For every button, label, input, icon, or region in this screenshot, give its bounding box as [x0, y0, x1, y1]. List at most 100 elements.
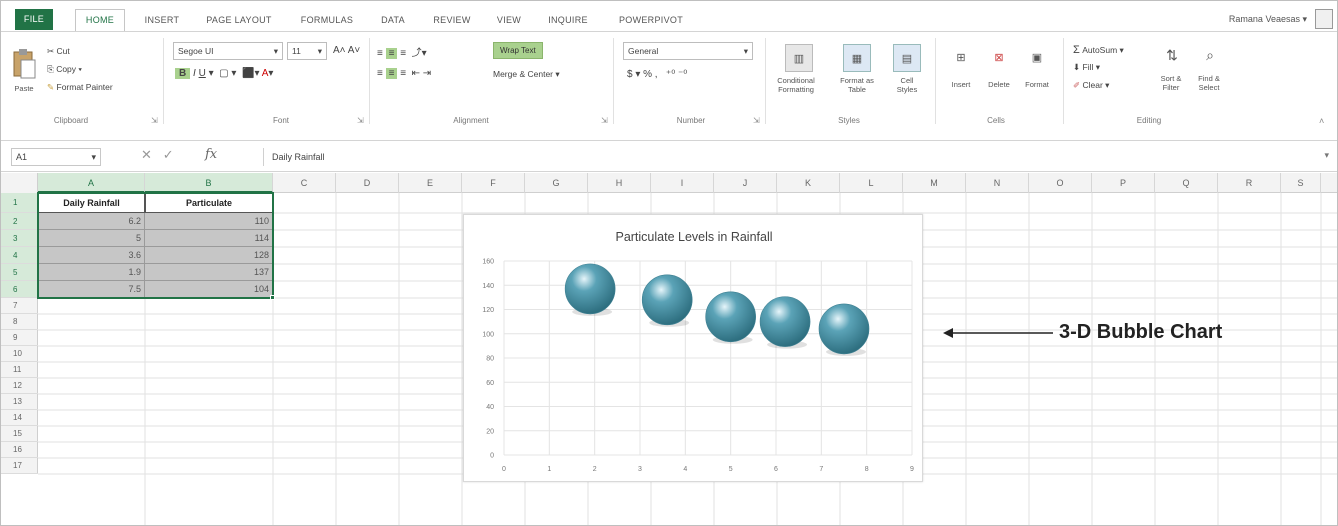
- column-header-h[interactable]: H: [588, 173, 651, 193]
- row-header-17[interactable]: 17: [1, 458, 38, 474]
- bubble-point[interactable]: [564, 263, 616, 315]
- formula-input[interactable]: Daily Rainfall: [263, 148, 1313, 166]
- row-header-4[interactable]: 4: [1, 247, 38, 264]
- conditional-formatting-icon[interactable]: ▥: [785, 44, 813, 72]
- font-style-buttons[interactable]: B I U ▾ ▢ ▾ ⬛▾ A▾: [175, 68, 273, 79]
- tab-inquire[interactable]: INQUIRE: [543, 11, 593, 29]
- fill-handle[interactable]: [270, 295, 275, 300]
- fill-button[interactable]: ⬇ Fill ▾: [1073, 62, 1100, 73]
- data-cell[interactable]: 1.9: [38, 264, 145, 281]
- column-header-j[interactable]: J: [714, 173, 777, 193]
- tab-view[interactable]: VIEW: [489, 11, 529, 29]
- sort-filter-button[interactable]: Sort & Filter: [1151, 74, 1191, 92]
- number-format-select[interactable]: General ▾: [623, 42, 753, 60]
- column-header-l[interactable]: L: [840, 173, 903, 193]
- row-header-11[interactable]: 11: [1, 362, 38, 378]
- grow-shrink-font-buttons[interactable]: A˄ A˅: [333, 45, 360, 56]
- sort-filter-icon[interactable]: ⇅: [1161, 42, 1183, 68]
- data-cell[interactable]: 137: [145, 264, 273, 281]
- tab-insert[interactable]: INSERT: [139, 11, 185, 29]
- column-header-k[interactable]: K: [777, 173, 840, 193]
- name-box[interactable]: A1 ▾: [11, 148, 101, 166]
- delete-cells-icon[interactable]: ⊠: [987, 44, 1011, 70]
- row-header-3[interactable]: 3: [1, 230, 38, 247]
- header-cell[interactable]: Daily Rainfall: [38, 193, 145, 213]
- data-cell[interactable]: 6.2: [38, 213, 145, 230]
- data-cell[interactable]: 104: [145, 281, 273, 298]
- bubble-point[interactable]: [641, 274, 693, 326]
- column-header-a[interactable]: A: [38, 173, 145, 193]
- row-header-1[interactable]: 1: [1, 193, 38, 213]
- data-cell[interactable]: 114: [145, 230, 273, 247]
- format-cells-icon[interactable]: ▣: [1025, 44, 1049, 70]
- row-header-7[interactable]: 7: [1, 298, 38, 314]
- format-button[interactable]: Format: [1017, 80, 1057, 89]
- column-header-c[interactable]: C: [273, 173, 336, 193]
- alignment-launcher-icon[interactable]: ⇲: [601, 116, 608, 125]
- clear-button[interactable]: ✐ Clear ▾: [1073, 80, 1109, 91]
- column-header-r[interactable]: R: [1218, 173, 1281, 193]
- number-format-buttons[interactable]: $ ▾ % , ⁺⁰ ⁻⁰: [627, 69, 687, 80]
- font-launcher-icon[interactable]: ⇲: [357, 116, 364, 125]
- column-header-f[interactable]: F: [462, 173, 525, 193]
- data-cell[interactable]: 128: [145, 247, 273, 264]
- delete-button[interactable]: Delete: [979, 80, 1019, 89]
- column-header-q[interactable]: Q: [1155, 173, 1218, 193]
- number-launcher-icon[interactable]: ⇲: [753, 116, 760, 125]
- tab-powerpivot[interactable]: POWERPIVOT: [611, 11, 691, 29]
- autosum-button[interactable]: Σ AutoSum ▾: [1073, 44, 1124, 56]
- cancel-icon[interactable]: ✕: [141, 147, 152, 162]
- collapse-ribbon-icon[interactable]: ˄: [1319, 116, 1324, 126]
- insert-button[interactable]: Insert: [943, 80, 979, 89]
- column-header-o[interactable]: O: [1029, 173, 1092, 193]
- data-cell[interactable]: 110: [145, 213, 273, 230]
- conditional-formatting-button[interactable]: Conditional Formatting: [765, 76, 827, 94]
- row-header-6[interactable]: 6: [1, 281, 38, 298]
- column-header-d[interactable]: D: [336, 173, 399, 193]
- formula-bar-buttons[interactable]: ✕ ✓: [141, 147, 174, 163]
- user-name[interactable]: Ramana Veaesas ▾: [1229, 14, 1307, 25]
- cut-button[interactable]: ✂ Cut: [47, 46, 70, 57]
- binoculars-icon[interactable]: ⌕: [1199, 42, 1221, 68]
- tab-file[interactable]: FILE: [15, 9, 53, 30]
- vertical-align-buttons[interactable]: ≡ ≡ ≡ ⤴▾: [377, 44, 427, 59]
- row-header-2[interactable]: 2: [1, 213, 38, 230]
- select-all-corner[interactable]: [1, 173, 38, 193]
- expand-formula-bar-icon[interactable]: ▾: [1324, 150, 1329, 161]
- column-header-m[interactable]: M: [903, 173, 966, 193]
- paste-icon[interactable]: [11, 48, 37, 82]
- row-header-5[interactable]: 5: [1, 264, 38, 281]
- column-header-i[interactable]: I: [651, 173, 714, 193]
- tab-page-layout[interactable]: PAGE LAYOUT: [201, 11, 277, 29]
- wrap-text-button[interactable]: Wrap Text: [493, 42, 543, 59]
- column-header-n[interactable]: N: [966, 173, 1029, 193]
- tab-review[interactable]: REVIEW: [427, 11, 477, 29]
- font-name-select[interactable]: Segoe UI ▾: [173, 42, 283, 60]
- row-header-9[interactable]: 9: [1, 330, 38, 346]
- enter-icon[interactable]: ✓: [163, 147, 174, 162]
- data-cell[interactable]: 7.5: [38, 281, 145, 298]
- cell-styles-button[interactable]: Cell Styles: [885, 76, 929, 94]
- find-select-button[interactable]: Find & Select: [1189, 74, 1229, 92]
- header-cell[interactable]: Particulate: [145, 193, 273, 213]
- column-header-e[interactable]: E: [399, 173, 462, 193]
- horizontal-align-buttons[interactable]: ≡ ≡ ≡ ⇤ ⇥: [377, 68, 431, 79]
- paste-button[interactable]: Paste: [7, 84, 41, 93]
- clipboard-launcher-icon[interactable]: ⇲: [151, 116, 158, 125]
- row-header-8[interactable]: 8: [1, 314, 38, 330]
- copy-button[interactable]: ⎘ Copy ▾: [47, 64, 82, 75]
- insert-cells-icon[interactable]: ⊞: [949, 44, 973, 70]
- row-header-16[interactable]: 16: [1, 442, 38, 458]
- tab-formulas[interactable]: FORMULAS: [295, 11, 359, 29]
- bubble-point[interactable]: [818, 303, 870, 355]
- tab-data[interactable]: DATA: [373, 11, 413, 29]
- column-header-p[interactable]: P: [1092, 173, 1155, 193]
- row-header-13[interactable]: 13: [1, 394, 38, 410]
- format-as-table-button[interactable]: Format as Table: [829, 76, 885, 94]
- format-as-table-icon[interactable]: ▦: [843, 44, 871, 72]
- insert-function-icon[interactable]: fx: [205, 147, 217, 162]
- bubble-point[interactable]: [759, 296, 811, 347]
- bubble-chart[interactable]: Particulate Levels in Rainfall 0 1 2 3 4 5 6 7 8 9…: [463, 214, 923, 482]
- row-header-14[interactable]: 14: [1, 410, 38, 426]
- data-cell[interactable]: 3.6: [38, 247, 145, 264]
